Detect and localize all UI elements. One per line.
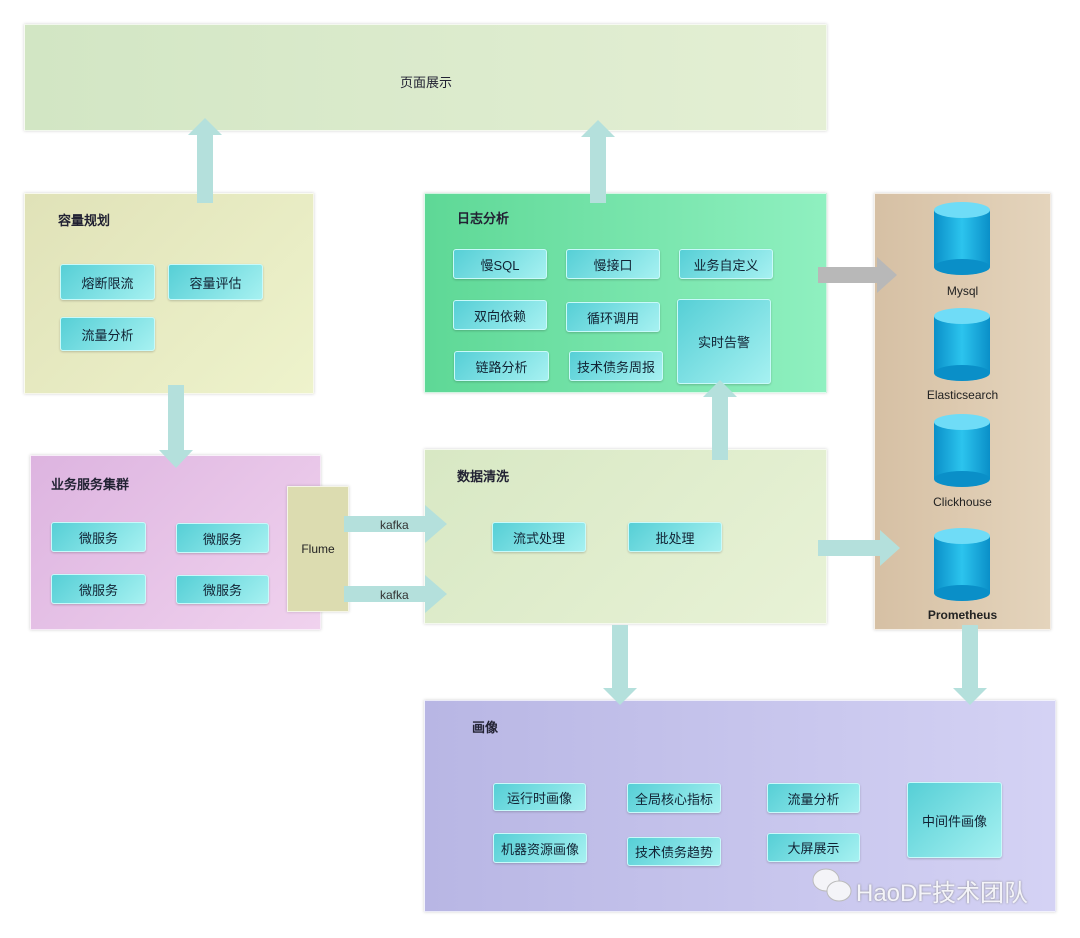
arrow-right-clean	[818, 530, 900, 566]
arrow-down-prometheus	[953, 625, 987, 705]
arrow-down-cluster	[159, 385, 193, 468]
mysql-label: Mysql	[946, 284, 979, 298]
watermark: HaoDF技术团队	[856, 880, 1029, 907]
wechat-icon	[812, 868, 852, 902]
arrow-up-capacity	[188, 118, 222, 203]
kafka-label: kafka	[380, 588, 409, 602]
kafka-label: kafka	[380, 518, 409, 532]
arrows-layer	[159, 118, 990, 902]
elasticsearch-label: Elasticsearch	[926, 388, 999, 402]
prometheus-label: Prometheus	[927, 608, 998, 622]
database-icon	[934, 308, 990, 381]
database-icon	[934, 414, 990, 487]
database-icon	[934, 528, 990, 601]
clickhouse-label: Clickhouse	[933, 495, 992, 509]
arrow-up-log	[581, 120, 615, 203]
arrow-down-profile	[603, 625, 637, 705]
arrow-up-alert	[703, 380, 737, 460]
database-icon	[934, 202, 990, 275]
